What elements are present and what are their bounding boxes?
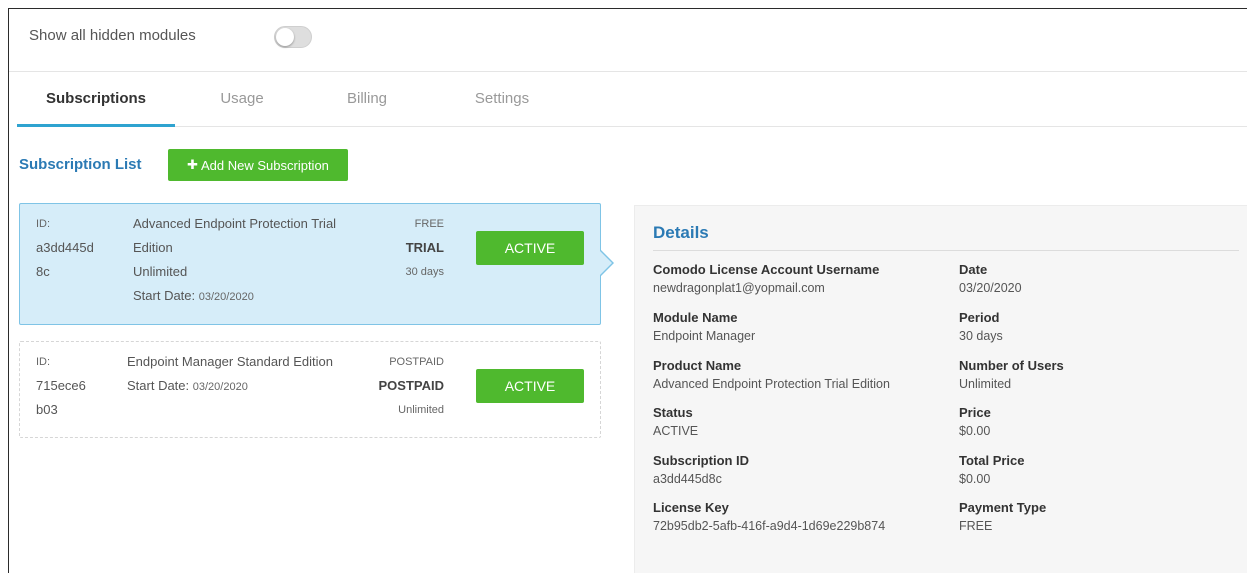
plus-icon: ✚ [187,157,198,172]
name-line-1: Endpoint Manager Standard Edition [127,354,333,369]
subscription-name: Advanced Endpoint Protection Trial Editi… [133,212,363,309]
detail-period: Period 30 days [959,309,1003,345]
detail-value: a3dd445d8c [653,472,722,486]
detail-label: Module Name [653,310,738,325]
subscription-id: ID: 715ece6 b03 [36,350,106,422]
status-active-button[interactable]: ACTIVE [476,231,584,265]
subscription-name: Endpoint Manager Standard Edition Start … [127,350,357,399]
hidden-modules-toggle[interactable] [274,26,312,48]
status-active-button[interactable]: ACTIVE [476,369,584,403]
tab-subscriptions[interactable]: Subscriptions [17,75,175,127]
detail-subscription-id: Subscription ID a3dd445d8c [653,452,749,488]
detail-value: 03/20/2020 [959,281,1022,295]
price-type: POSTPAID [389,356,444,368]
detail-status: Status ACTIVE [653,404,698,440]
subscription-type: POSTPAID POSTPAID Unlimited [364,350,445,422]
detail-label: Subscription ID [653,453,750,468]
id-line-1: 715ece6 [36,378,86,393]
billing-type: POSTPAID [378,378,445,393]
detail-label: Comodo License Account Username [653,262,880,277]
detail-label: Period [959,310,1000,325]
detail-value: $0.00 [959,424,991,438]
subscription-period: 30 days [405,266,444,278]
detail-price: Price $0.00 [959,404,991,440]
id-line-2: b03 [36,402,58,417]
selection-pointer-inner [599,250,612,276]
detail-value: 72b95db2-5afb-416f-a9d4-1d69e229b874 [653,519,886,533]
detail-label: Payment Type [959,500,1047,515]
start-date: Start Date: 03/20/2020 [127,374,357,399]
detail-value: 30 days [959,329,1003,343]
detail-label: Status [653,405,693,420]
detail-value: newdragonplat1@yopmail.com [653,281,825,295]
subscription-users: Unlimited [133,264,188,279]
subscription-card[interactable]: ID: 715ece6 b03 Endpoint Manager Standar… [19,341,601,438]
detail-value: $0.00 [959,472,991,486]
add-new-subscription-button[interactable]: ✚ Add New Subscription [168,149,348,181]
detail-value: ACTIVE [653,424,699,438]
subscription-list-title: Subscription List [19,156,142,173]
hidden-modules-bar: Show all hidden modules [9,9,1247,72]
detail-label: Price [959,405,991,420]
subscription-type: FREE TRIAL 30 days [364,212,444,284]
start-date-label: Start Date: [133,288,196,303]
detail-date: Date 03/20/2020 [959,261,1022,297]
detail-product-name: Product Name Advanced Endpoint Protectio… [653,357,890,393]
id-line-2: 8c [36,264,50,279]
detail-value: FREE [959,519,993,533]
hidden-modules-label: Show all hidden modules [29,27,196,44]
detail-label: Date [959,262,988,277]
start-date-label: Start Date: [127,378,190,393]
price-type: FREE [414,218,444,230]
detail-license-key: License Key 72b95db2-5afb-416f-a9d4-1d69… [653,499,885,535]
detail-value: Endpoint Manager [653,329,756,343]
detail-label: Product Name [653,358,742,373]
detail-label: License Key [653,500,729,515]
subscription-id: ID: a3dd445d 8c [36,212,106,284]
detail-username: Comodo License Account Username newdrago… [653,261,879,297]
name-line-1: Advanced Endpoint Protection Trial [133,216,337,231]
id-label: ID: [36,218,51,230]
start-date-value: 03/20/2020 [198,291,254,303]
tab-settings[interactable]: Settings [452,75,552,127]
name-line-2: Edition [133,240,173,255]
id-line-1: a3dd445d [36,240,94,255]
details-divider [653,250,1239,251]
detail-payment-type: Payment Type FREE [959,499,1046,535]
start-date-value: 03/20/2020 [192,381,248,393]
tab-billing[interactable]: Billing [322,75,412,127]
toggle-knob [276,28,294,46]
detail-total-price: Total Price $0.00 [959,452,1025,488]
tab-bar: Subscriptions Usage Billing Settings [17,75,1247,127]
tab-usage[interactable]: Usage [197,75,287,127]
id-label: ID: [36,356,51,368]
subscriptions-panel: Show all hidden modules Subscriptions Us… [8,8,1247,573]
start-date: Start Date: 03/20/2020 [133,284,363,309]
detail-number-of-users: Number of Users Unlimited [959,357,1064,393]
detail-value: Unlimited [959,377,1012,391]
detail-label: Number of Users [959,358,1064,373]
details-panel: Details Comodo License Account Username … [634,205,1247,573]
subscription-period: Unlimited [398,404,444,416]
subscription-card-selected[interactable]: ID: a3dd445d 8c Advanced Endpoint Protec… [19,203,601,325]
detail-label: Total Price [959,453,1025,468]
detail-module-name: Module Name Endpoint Manager [653,309,755,345]
billing-type: TRIAL [405,240,444,255]
detail-value: Advanced Endpoint Protection Trial Editi… [653,377,890,391]
details-title: Details [653,223,709,242]
add-new-subscription-label: Add New Subscription [201,157,329,173]
